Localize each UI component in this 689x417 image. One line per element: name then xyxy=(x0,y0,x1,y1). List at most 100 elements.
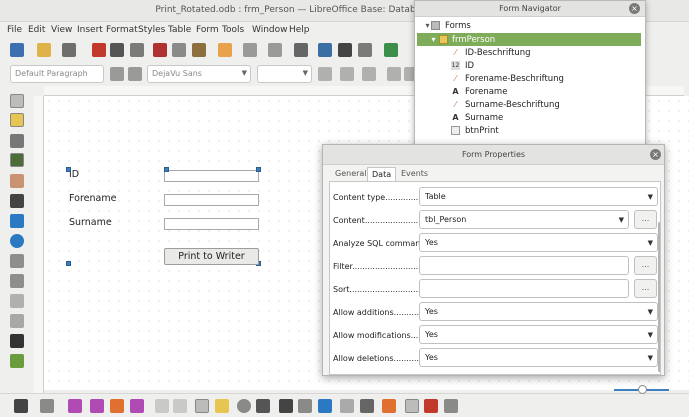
form-properties-icon[interactable] xyxy=(256,399,270,413)
form-navigator-icon[interactable] xyxy=(279,399,293,413)
table-control-icon[interactable] xyxy=(10,354,24,368)
combo-box-icon[interactable] xyxy=(10,274,24,288)
menu-file[interactable]: File xyxy=(7,25,22,35)
allow-deletions-select[interactable]: Yes ▼ xyxy=(419,348,658,367)
font-name-combo[interactable]: DejaVu Sans ▼ xyxy=(147,65,251,83)
open-folder-icon[interactable] xyxy=(37,43,51,57)
undo-icon[interactable] xyxy=(243,43,257,57)
copy-icon[interactable] xyxy=(172,43,186,57)
font-size-combo[interactable]: ▼ xyxy=(257,65,312,83)
insert-image-icon[interactable] xyxy=(384,43,398,57)
tree-node-frmperson[interactable]: frmPerson xyxy=(452,35,495,45)
expand-icon[interactable]: ▾ xyxy=(429,35,438,44)
update-style-icon[interactable] xyxy=(110,67,124,81)
select-pointer-icon[interactable] xyxy=(10,94,24,108)
form-design-icon[interactable] xyxy=(10,153,24,167)
bring-to-front-icon[interactable] xyxy=(68,399,82,413)
forename-field[interactable] xyxy=(164,194,259,206)
insert-table-icon[interactable] xyxy=(358,43,372,57)
content-type-select[interactable]: Table ▼ xyxy=(419,187,658,206)
tree-node-control[interactable]: Forename xyxy=(465,87,507,97)
list-box-icon[interactable] xyxy=(10,254,24,268)
formatted-field-icon[interactable] xyxy=(10,334,24,348)
automatic-focus-icon[interactable] xyxy=(360,399,374,413)
open-in-design-icon[interactable] xyxy=(340,399,354,413)
pointer-icon[interactable] xyxy=(195,399,209,413)
sort-input[interactable] xyxy=(419,279,629,298)
sort-browse-button[interactable]: ... xyxy=(634,279,657,298)
tab-data[interactable]: Data xyxy=(367,167,397,181)
paragraph-style-combo[interactable]: Default Paragraph xyxy=(10,65,104,83)
forward-one-icon[interactable] xyxy=(90,399,104,413)
add-field-icon[interactable] xyxy=(298,399,312,413)
activation-order-icon[interactable] xyxy=(318,399,332,413)
checkbox-icon[interactable] xyxy=(10,214,24,228)
ungroup-icon[interactable] xyxy=(173,399,187,413)
menu-format[interactable]: Format xyxy=(106,25,138,35)
save-icon[interactable] xyxy=(62,43,76,57)
id-field[interactable] xyxy=(164,170,259,182)
zoom-slider-thumb[interactable] xyxy=(638,385,647,394)
content-browse-button[interactable]: ... xyxy=(634,210,657,229)
zoom-slider[interactable] xyxy=(614,385,674,394)
menu-help[interactable]: Help xyxy=(289,25,310,35)
print-preview-icon[interactable] xyxy=(130,43,144,57)
filter-input[interactable] xyxy=(419,256,629,275)
helplines-icon[interactable] xyxy=(444,399,458,413)
image-button-icon[interactable] xyxy=(10,314,24,328)
tree-node-control[interactable]: ID-Beschriftung xyxy=(465,48,531,58)
clone-formatting-icon[interactable] xyxy=(218,43,232,57)
display-grid-icon[interactable] xyxy=(405,399,419,413)
label-control-icon[interactable] xyxy=(10,174,24,188)
control-properties-icon[interactable] xyxy=(237,399,251,413)
control-wizards-icon[interactable] xyxy=(10,134,24,148)
selection-handle[interactable] xyxy=(164,167,169,172)
strikethrough-icon[interactable] xyxy=(387,67,401,81)
backward-one-icon[interactable] xyxy=(110,399,124,413)
forename-label[interactable]: Forename xyxy=(69,193,116,204)
menu-styles[interactable]: Styles xyxy=(138,25,165,35)
print-icon[interactable] xyxy=(110,43,124,57)
menu-insert[interactable]: Insert xyxy=(77,25,103,35)
design-mode-toggle-icon[interactable] xyxy=(215,399,229,413)
export-pdf-icon[interactable] xyxy=(92,43,106,57)
surname-label[interactable]: Surname xyxy=(69,217,112,228)
print-to-writer-button[interactable]: Print to Writer xyxy=(164,248,259,265)
group-icon[interactable] xyxy=(155,399,169,413)
new-document-icon[interactable] xyxy=(10,43,24,57)
selection-handle[interactable] xyxy=(256,167,261,172)
paste-icon[interactable] xyxy=(192,43,206,57)
snap-to-grid-icon[interactable] xyxy=(424,399,438,413)
vertical-ruler[interactable] xyxy=(34,96,44,396)
option-button-icon[interactable] xyxy=(10,234,24,248)
push-button-icon[interactable] xyxy=(10,294,24,308)
redo-icon[interactable] xyxy=(268,43,282,57)
tree-node-control[interactable]: Surname xyxy=(465,113,503,123)
bold-icon[interactable] xyxy=(318,67,332,81)
menu-edit[interactable]: Edit xyxy=(28,25,45,35)
cut-icon[interactable] xyxy=(153,43,167,57)
tree-node-control[interactable]: ID xyxy=(465,61,474,71)
close-icon[interactable]: × xyxy=(629,3,640,14)
menu-window[interactable]: Window xyxy=(252,25,288,35)
send-to-back-icon[interactable] xyxy=(130,399,144,413)
menu-tools[interactable]: Tools xyxy=(222,25,244,35)
analyze-sql-select[interactable]: Yes ▼ xyxy=(419,233,658,252)
new-style-icon[interactable] xyxy=(128,67,142,81)
properties-scrollbar[interactable] xyxy=(658,222,660,372)
underline-icon[interactable] xyxy=(362,67,376,81)
close-icon[interactable]: × xyxy=(650,149,661,160)
find-replace-icon[interactable] xyxy=(294,43,308,57)
menu-form[interactable]: Form xyxy=(196,25,219,35)
selection-handle[interactable] xyxy=(66,261,71,266)
surname-field[interactable] xyxy=(164,218,259,230)
tab-general[interactable]: General xyxy=(331,167,371,181)
tree-node-control[interactable]: Surname-Beschriftung xyxy=(465,100,560,110)
align-icon[interactable] xyxy=(40,399,54,413)
filter-browse-button[interactable]: ... xyxy=(634,256,657,275)
text-box-icon[interactable] xyxy=(10,194,24,208)
spelling-icon[interactable] xyxy=(318,43,332,57)
content-combo[interactable]: tbl_Person ▼ xyxy=(419,210,629,229)
tree-node-control[interactable]: btnPrint xyxy=(465,126,499,136)
allow-modifications-select[interactable]: Yes ▼ xyxy=(419,325,658,344)
